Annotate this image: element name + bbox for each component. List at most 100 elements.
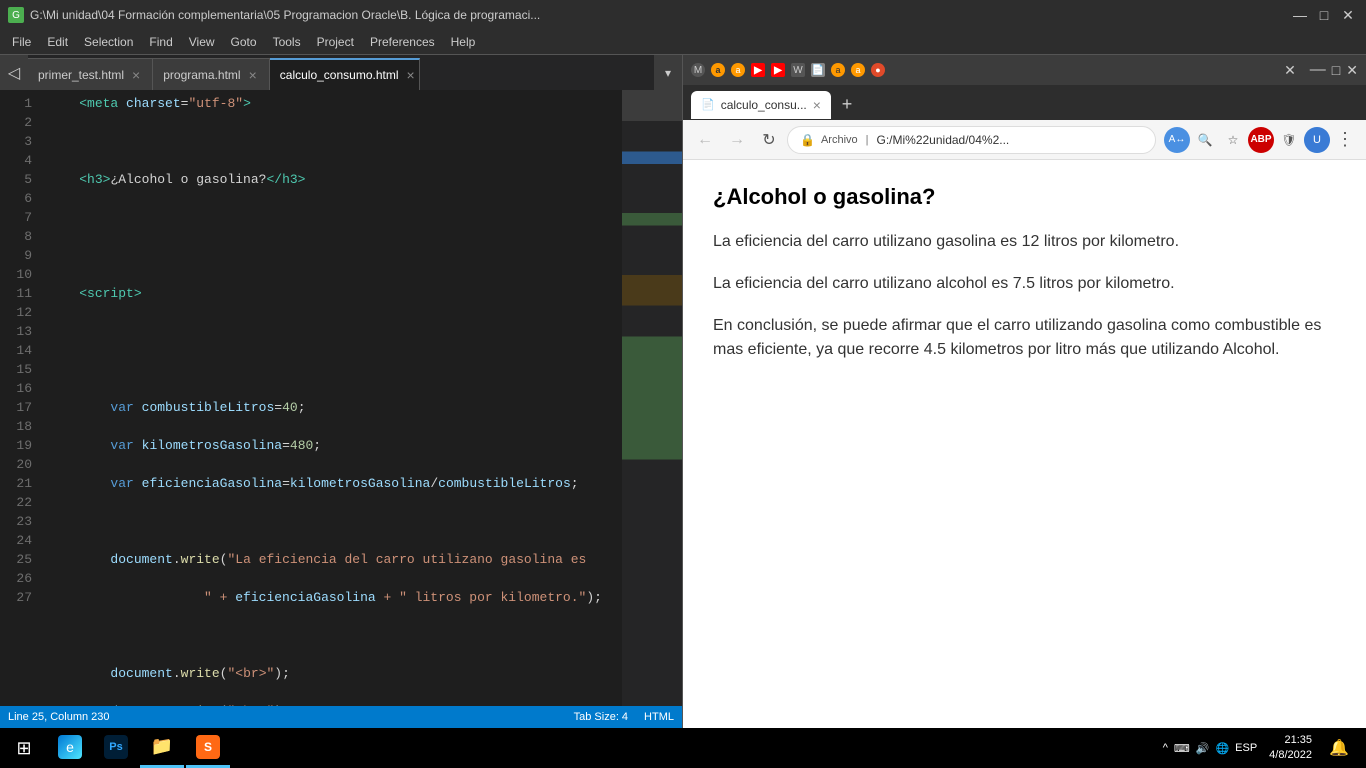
- forward-button[interactable]: →: [723, 126, 751, 154]
- taskbar-app-edge[interactable]: e: [48, 728, 92, 768]
- page-title: ¿Alcohol o gasolina?: [713, 184, 1336, 210]
- menu-bar: File Edit Selection Find View Goto Tools…: [0, 30, 1366, 55]
- systray-volume[interactable]: 🔊: [1196, 742, 1210, 755]
- url-text: G:/Mi%22unidad/04%2...: [877, 133, 1144, 147]
- avatar-initial: U: [1304, 127, 1330, 153]
- language-mode: HTML: [644, 711, 674, 723]
- code-content[interactable]: <meta charset="utf-8"> <h3>¿Alcohol o ga…: [40, 90, 622, 706]
- code-area[interactable]: 12345 678910 1112131415 1617181920 21222…: [0, 90, 682, 706]
- browser-icon-yt: ▶: [751, 63, 765, 77]
- paragraph-3: En conclusión, se puede afirmar que el c…: [713, 314, 1336, 362]
- tab-calculo[interactable]: calculo_consumo.html ×: [270, 58, 420, 90]
- minimap: [622, 90, 682, 706]
- systray: ^ ⌨ 🔊 🌐 ESP: [1163, 742, 1257, 755]
- tab-size: Tab Size: 4: [574, 711, 628, 723]
- tab-close-calculo[interactable]: ×: [405, 67, 417, 83]
- ext-translate[interactable]: A↔: [1164, 127, 1190, 153]
- editor-pane: ◁ primer_test.html × programa.html × cal…: [0, 55, 683, 728]
- notification-btn[interactable]: 🔔: [1324, 728, 1354, 768]
- start-icon: ⊞: [16, 738, 31, 759]
- taskbar-app-ps[interactable]: Ps: [94, 728, 138, 768]
- browser-minimize[interactable]: —: [1310, 61, 1326, 79]
- ext-star[interactable]: ☆: [1220, 127, 1246, 153]
- main-area: ◁ primer_test.html × programa.html × cal…: [0, 55, 1366, 728]
- tab-nav-left[interactable]: ◁: [0, 55, 28, 90]
- window-controls[interactable]: — □ ✕: [1290, 5, 1358, 25]
- systray-network[interactable]: 🌐: [1215, 742, 1229, 755]
- menu-find[interactable]: Find: [141, 33, 180, 51]
- menu-selection[interactable]: Selection: [76, 33, 141, 51]
- back-button[interactable]: ←: [691, 126, 719, 154]
- browser-tab-close[interactable]: ✕: [1284, 62, 1296, 79]
- minimap-visual: [622, 90, 682, 706]
- menu-edit[interactable]: Edit: [39, 33, 76, 51]
- user-avatar[interactable]: U: [1304, 127, 1330, 153]
- minimize-button[interactable]: —: [1290, 5, 1310, 25]
- forward-icon: →: [729, 131, 745, 149]
- title-bar: G G:\Mi unidad\04 Formación complementar…: [0, 0, 1366, 30]
- address-bar[interactable]: 🔒 Archivo | G:/Mi%22unidad/04%2...: [787, 126, 1156, 154]
- taskbar-app-sublime[interactable]: S: [186, 728, 230, 768]
- browser-active-tab[interactable]: 📄 calculo_consu... ×: [691, 91, 831, 119]
- systray-arrow[interactable]: ^: [1163, 742, 1168, 754]
- menu-file[interactable]: File: [4, 33, 39, 51]
- back-icon: ←: [697, 131, 713, 149]
- lock-icon: 🔒: [800, 133, 815, 147]
- paragraph-2: La eficiencia del carro utilizano alcoho…: [713, 272, 1336, 296]
- browser-maximize[interactable]: □: [1332, 62, 1340, 78]
- browser-menu-btn[interactable]: ⋮: [1332, 127, 1358, 153]
- browser-icon-yt2: ▶: [771, 63, 785, 77]
- menu-tools[interactable]: Tools: [265, 33, 309, 51]
- ps-icon: Ps: [104, 735, 128, 759]
- browser-content: ¿Alcohol o gasolina? La eficiencia del c…: [683, 160, 1366, 728]
- window-title: G:\Mi unidad\04 Formación complementaria…: [30, 8, 1290, 22]
- browser-close[interactable]: ✕: [1346, 62, 1358, 79]
- clock-date: 4/8/2022: [1269, 748, 1312, 763]
- browser-toolbar: ← → ↻ 🔒 Archivo | G:/Mi%22unidad/04%2...…: [683, 120, 1366, 160]
- menu-help[interactable]: Help: [443, 33, 484, 51]
- browser-title-row: M a a ▶ ▶ W 📄 a a ● ✕ — □ ✕: [683, 55, 1366, 85]
- browser-icon-a4: a: [851, 63, 865, 77]
- refresh-icon: ↻: [762, 130, 775, 150]
- status-bar: Line 25, Column 230 Tab Size: 4 HTML: [0, 706, 682, 728]
- taskbar-clock[interactable]: 21:35 4/8/2022: [1261, 733, 1320, 764]
- tab-close-primer-test[interactable]: ×: [130, 67, 142, 83]
- paragraph-1: La eficiencia del carro utilizano gasoli…: [713, 230, 1336, 254]
- menu-view[interactable]: View: [181, 33, 223, 51]
- maximize-button[interactable]: □: [1314, 5, 1334, 25]
- divider: |: [866, 134, 869, 146]
- browser-pane: M a a ▶ ▶ W 📄 a a ● ✕ — □ ✕ 📄 calculo_co…: [683, 55, 1366, 728]
- taskbar-app-explorer[interactable]: 📁: [140, 728, 184, 768]
- tab-close-programa[interactable]: ×: [247, 67, 259, 83]
- menu-project[interactable]: Project: [309, 33, 362, 51]
- ext-search[interactable]: 🔍: [1192, 127, 1218, 153]
- new-tab-btn[interactable]: +: [833, 91, 861, 119]
- browser-tab-bar: 📄 calculo_consu... × +: [683, 85, 1366, 120]
- sublime-icon: S: [196, 735, 220, 759]
- menu-goto[interactable]: Goto: [223, 33, 265, 51]
- browser-icon-m: M: [691, 63, 705, 77]
- browser-icon-circle: ●: [871, 63, 885, 77]
- tab-programa[interactable]: programa.html ×: [153, 58, 270, 90]
- refresh-button[interactable]: ↻: [755, 126, 783, 154]
- browser-icon-misc1: W: [791, 63, 805, 77]
- ext-abp[interactable]: ABP: [1248, 127, 1274, 153]
- tab-label: programa.html: [163, 68, 240, 82]
- menu-preferences[interactable]: Preferences: [362, 33, 443, 51]
- tab-bar: ◁ primer_test.html × programa.html × cal…: [0, 55, 682, 90]
- line-numbers: 12345 678910 1112131415 1617181920 21222…: [0, 90, 40, 706]
- ext-settings[interactable]: 🛡: [1276, 127, 1302, 153]
- browser-tab-close-active[interactable]: ×: [813, 97, 821, 113]
- tab-overflow-btn[interactable]: ▾: [654, 55, 682, 90]
- browser-icon-a2: a: [731, 63, 745, 77]
- app-icon: G: [8, 7, 24, 23]
- lang-indicator[interactable]: ESP: [1235, 742, 1257, 754]
- browser-icon-a3: a: [831, 63, 845, 77]
- clock-time: 21:35: [1269, 733, 1312, 748]
- taskbar: ⊞ e Ps 📁 S ^ ⌨ 🔊 🌐 ESP: [0, 728, 1366, 768]
- start-button[interactable]: ⊞: [4, 728, 44, 768]
- close-button[interactable]: ✕: [1338, 5, 1358, 25]
- tab-primer-test[interactable]: primer_test.html ×: [28, 58, 153, 90]
- tab-label: calculo_consumo.html: [280, 68, 399, 82]
- notification-icon: 🔔: [1329, 738, 1349, 758]
